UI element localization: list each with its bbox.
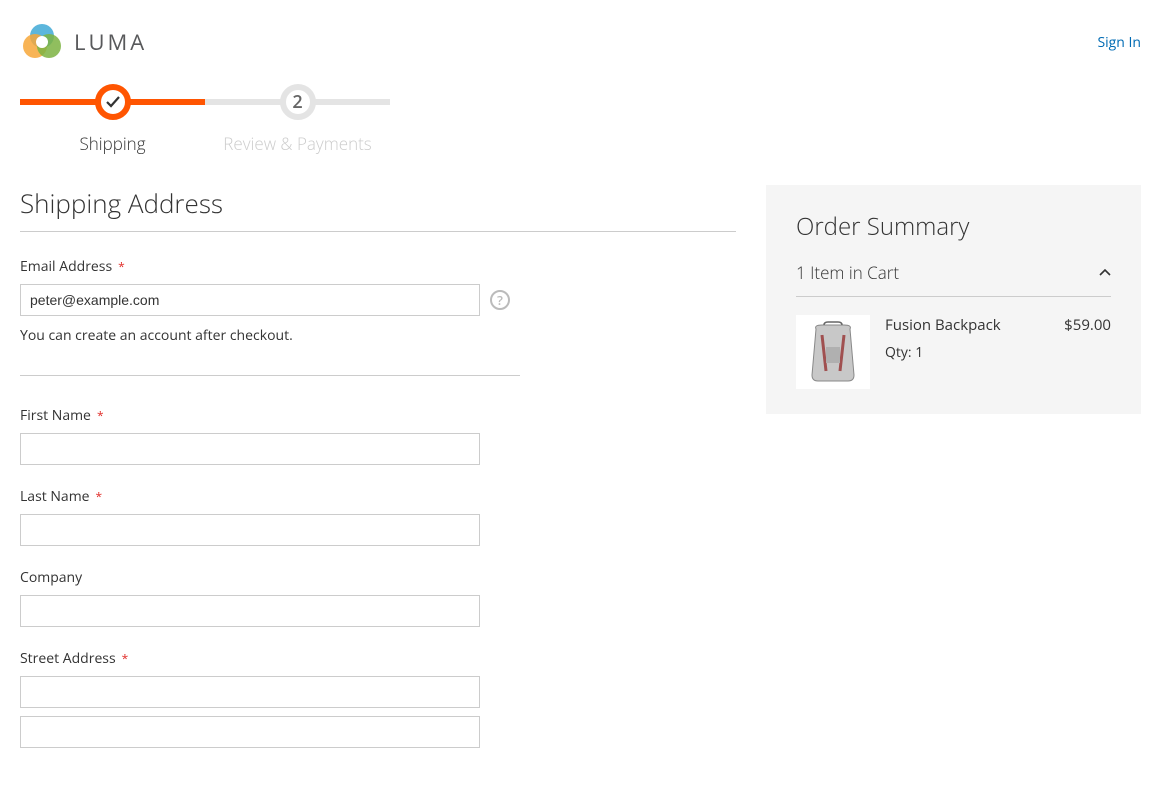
street-field-wrap: Street Address — [20, 649, 736, 748]
chevron-up-icon — [1099, 263, 1111, 282]
order-summary: Order Summary 1 Item in Cart — [766, 185, 1141, 414]
step-review-label: Review & Payments — [223, 132, 371, 155]
step-shipping-circle — [95, 84, 131, 120]
email-input[interactable] — [20, 284, 480, 316]
lastname-input[interactable] — [20, 514, 480, 546]
street-input-2[interactable] — [20, 716, 480, 748]
logo[interactable]: LUMA — [20, 20, 147, 64]
cart-toggle[interactable]: 1 Item in Cart — [796, 261, 1111, 297]
step-shipping: Shipping — [20, 84, 205, 155]
step-shipping-label: Shipping — [79, 132, 145, 155]
step-review: 2 Review & Payments — [205, 84, 390, 155]
order-summary-title: Order Summary — [796, 210, 1111, 243]
firstname-field-wrap: First Name — [20, 406, 736, 465]
logo-icon — [20, 20, 64, 64]
company-field-wrap: Company — [20, 568, 736, 627]
checkmark-icon — [105, 94, 121, 110]
street-label: Street Address — [20, 649, 736, 668]
product-qty: Qty: 1 — [885, 343, 1064, 362]
shipping-form: Shipping Address Email Address ? You can… — [20, 185, 736, 770]
street-input-1[interactable] — [20, 676, 480, 708]
email-label: Email Address — [20, 257, 736, 276]
cart-item: Fusion Backpack Qty: 1 $59.00 — [796, 297, 1111, 389]
header: LUMA Sign In — [20, 20, 1141, 84]
section-title: Shipping Address — [20, 185, 736, 232]
divider — [20, 375, 520, 376]
cart-count: 1 Item in Cart — [796, 261, 899, 284]
email-note: You can create an account after checkout… — [20, 326, 736, 345]
company-input[interactable] — [20, 595, 480, 627]
email-field-wrap: Email Address ? You can create an accoun… — [20, 257, 736, 345]
checkout-progress: Shipping 2 Review & Payments — [20, 84, 1141, 155]
product-name: Fusion Backpack — [885, 315, 1064, 335]
step-review-circle: 2 — [280, 84, 316, 120]
firstname-label: First Name — [20, 406, 736, 425]
lastname-field-wrap: Last Name — [20, 487, 736, 546]
lastname-label: Last Name — [20, 487, 736, 506]
signin-link[interactable]: Sign In — [1097, 33, 1141, 52]
product-price: $59.00 — [1064, 315, 1111, 389]
company-label: Company — [20, 568, 736, 587]
firstname-input[interactable] — [20, 433, 480, 465]
help-icon[interactable]: ? — [490, 290, 510, 310]
logo-text: LUMA — [74, 27, 147, 57]
product-thumbnail — [796, 315, 870, 389]
